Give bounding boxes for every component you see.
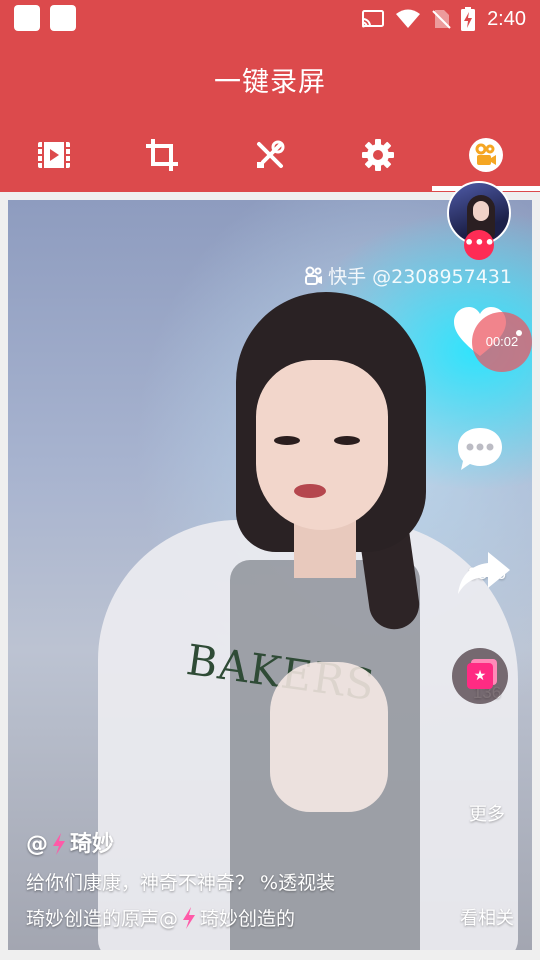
music-info[interactable]: 琦妙创造的原声@ 琦妙创造的 xyxy=(26,904,295,931)
recording-timer[interactable]: 00:02 xyxy=(472,312,532,372)
battery-charging-icon xyxy=(461,7,476,31)
kuaishou-icon xyxy=(469,138,503,172)
tab-videos[interactable] xyxy=(0,118,108,192)
video-film-icon xyxy=(38,142,70,168)
tab-tools[interactable] xyxy=(216,118,324,192)
share-icon[interactable] xyxy=(456,550,512,596)
cast-icon xyxy=(362,10,385,28)
lips xyxy=(294,484,326,498)
tab-bar xyxy=(0,118,540,192)
face xyxy=(256,360,388,530)
watermark: 快手 @2308957431 xyxy=(304,262,512,289)
kuaishou-logo-icon xyxy=(305,266,323,285)
wifi-icon xyxy=(396,9,421,28)
crop-icon xyxy=(146,139,178,171)
share-label: 更多 xyxy=(469,804,505,825)
tab-crop[interactable] xyxy=(108,118,216,192)
eye xyxy=(274,436,300,445)
notification-icon xyxy=(14,5,40,31)
related-button[interactable]: ★ xyxy=(452,648,508,704)
clock: 2:40 xyxy=(487,7,526,30)
eye xyxy=(334,436,360,445)
star-icon: ★ xyxy=(467,663,493,689)
recording-dot xyxy=(516,330,522,336)
video-author[interactable]: @ 琦妙 xyxy=(26,826,114,858)
lightning-icon xyxy=(183,907,196,929)
app-bar: 一键录屏 xyxy=(0,40,540,118)
no-sim-icon xyxy=(432,10,451,29)
tools-icon xyxy=(257,140,285,168)
status-icons: 2:40 xyxy=(361,0,526,38)
related-label: 看相关 xyxy=(460,908,514,929)
status-bar: 2:40 xyxy=(0,0,540,40)
gear-icon xyxy=(362,139,394,171)
page-title: 一键录屏 xyxy=(214,67,326,98)
lightning-icon xyxy=(53,833,65,855)
tab-settings[interactable] xyxy=(324,118,432,192)
hand xyxy=(270,662,388,812)
video-description: 给你们康康，神奇不神奇？ %透视装 xyxy=(26,872,336,894)
comment-icon[interactable] xyxy=(456,426,504,472)
notification-icon xyxy=(50,5,76,31)
watermark-text: 快手 @2308957431 xyxy=(328,266,512,288)
follow-button[interactable]: ••• xyxy=(464,230,495,260)
